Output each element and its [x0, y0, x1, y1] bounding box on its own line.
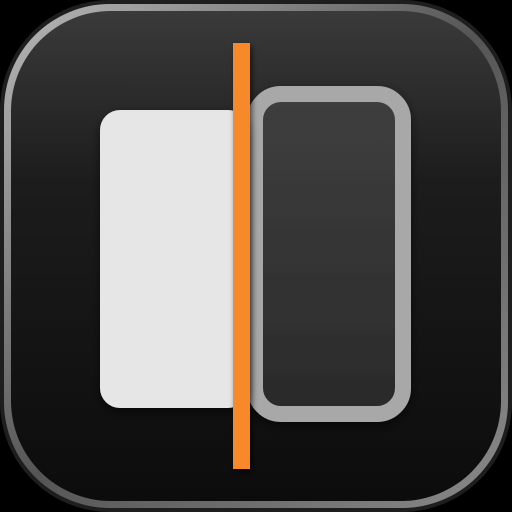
app-icon: [0, 0, 512, 512]
divider-line: [233, 43, 250, 469]
light-card: [100, 110, 248, 408]
dark-card: [247, 86, 411, 422]
app-icon-graphic: [0, 0, 512, 512]
